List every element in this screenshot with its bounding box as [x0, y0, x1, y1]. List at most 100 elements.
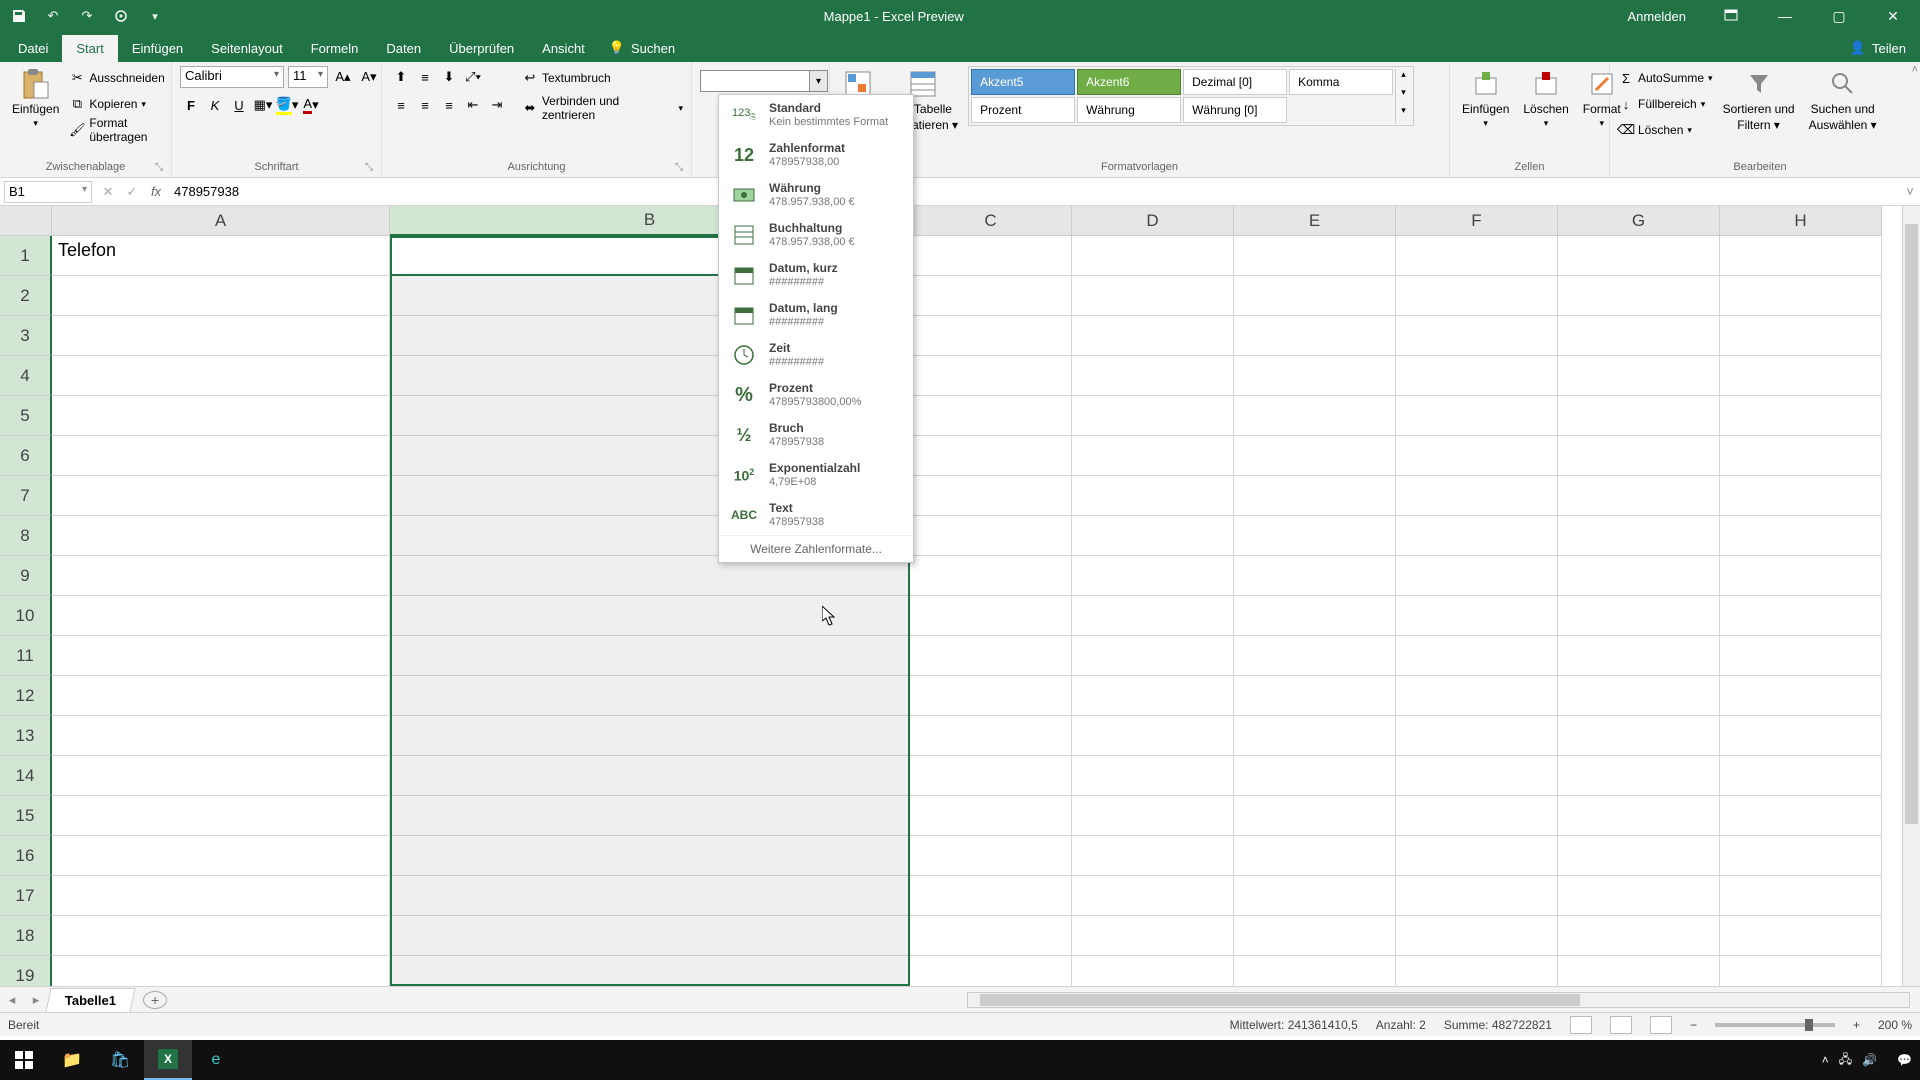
ribbon-options-icon[interactable]	[1708, 0, 1754, 32]
cell[interactable]	[1558, 716, 1720, 756]
cell[interactable]	[1558, 276, 1720, 316]
store-icon[interactable]: 🛍	[96, 1040, 144, 1080]
cell[interactable]	[52, 676, 390, 716]
cell[interactable]	[1234, 316, 1396, 356]
cell[interactable]	[1072, 876, 1234, 916]
cell[interactable]	[1072, 356, 1234, 396]
cell[interactable]	[52, 556, 390, 596]
cell[interactable]	[1072, 236, 1234, 276]
cell[interactable]	[1720, 796, 1882, 836]
cell[interactable]	[390, 756, 910, 796]
select-all-corner[interactable]	[0, 206, 52, 236]
tab-file[interactable]: Datei	[4, 35, 62, 62]
cell[interactable]	[910, 556, 1072, 596]
cell[interactable]	[1558, 356, 1720, 396]
cell[interactable]	[1720, 676, 1882, 716]
close-button[interactable]: ✕	[1870, 0, 1916, 32]
tab-data[interactable]: Daten	[372, 35, 435, 62]
cell[interactable]: Telefon	[52, 236, 390, 276]
align-middle-button[interactable]: ≡	[414, 66, 436, 88]
number-format-item[interactable]: 12Zahlenformat478957938,00	[719, 135, 913, 175]
cell[interactable]	[1558, 636, 1720, 676]
cell[interactable]	[1234, 516, 1396, 556]
cell-style-item[interactable]: Komma	[1289, 69, 1393, 95]
cell[interactable]	[390, 716, 910, 756]
tab-review[interactable]: Überprüfen	[435, 35, 528, 62]
cell-style-item[interactable]: Währung	[1077, 97, 1181, 123]
cell[interactable]	[1720, 316, 1882, 356]
cell[interactable]	[910, 796, 1072, 836]
cell[interactable]	[910, 316, 1072, 356]
cell[interactable]	[1072, 476, 1234, 516]
cell[interactable]	[1234, 676, 1396, 716]
cell[interactable]	[1720, 916, 1882, 956]
cell[interactable]	[1558, 756, 1720, 796]
cell[interactable]	[1720, 236, 1882, 276]
cell[interactable]	[1072, 716, 1234, 756]
wrap-text-button[interactable]: ↩Textumbruch	[522, 66, 683, 90]
cell[interactable]	[390, 876, 910, 916]
cell[interactable]	[1720, 596, 1882, 636]
row-header[interactable]: 16	[0, 836, 52, 876]
cell[interactable]	[1396, 756, 1558, 796]
column-header[interactable]: F	[1396, 206, 1558, 236]
maximize-button[interactable]: ▢	[1816, 0, 1862, 32]
clear-button[interactable]: ⌫Löschen▾	[1618, 118, 1713, 142]
normal-view-button[interactable]	[1570, 1016, 1592, 1034]
cell[interactable]	[1234, 476, 1396, 516]
row-header[interactable]: 14	[0, 756, 52, 796]
cell[interactable]	[1558, 396, 1720, 436]
number-format-item[interactable]: 102Exponentialzahl4,79E+08	[719, 455, 913, 495]
cell[interactable]	[1558, 956, 1720, 986]
collapse-ribbon-icon[interactable]: ˄	[1912, 64, 1918, 76]
gallery-more-icon[interactable]: ▾	[1396, 105, 1411, 123]
cell[interactable]	[910, 756, 1072, 796]
find-select-button[interactable]: Suchen undAuswählen ▾	[1805, 66, 1881, 134]
underline-button[interactable]: U	[228, 94, 250, 116]
cell[interactable]	[1558, 916, 1720, 956]
cell[interactable]	[1720, 516, 1882, 556]
tab-layout[interactable]: Seitenlayout	[197, 35, 297, 62]
column-header[interactable]: A	[52, 206, 390, 236]
cell[interactable]	[1072, 316, 1234, 356]
cell-style-item[interactable]: Prozent	[971, 97, 1075, 123]
number-format-item[interactable]: Datum, kurz#########	[719, 255, 913, 295]
zoom-level[interactable]: 200 %	[1878, 1018, 1912, 1032]
edge-icon[interactable]: e	[192, 1040, 240, 1080]
cell[interactable]	[52, 796, 390, 836]
share-button[interactable]: 👤Teilen	[1836, 34, 1920, 62]
cell[interactable]	[1072, 556, 1234, 596]
row-header[interactable]: 8	[0, 516, 52, 556]
cell[interactable]	[1396, 556, 1558, 596]
cell[interactable]	[390, 836, 910, 876]
decrease-indent-button[interactable]: ⇤	[462, 94, 484, 116]
fx-icon[interactable]: fx	[144, 184, 168, 199]
cell[interactable]	[910, 356, 1072, 396]
cell[interactable]	[1396, 916, 1558, 956]
number-format-item[interactable]: ABCText478957938	[719, 495, 913, 535]
cell[interactable]	[1234, 276, 1396, 316]
cell[interactable]	[1396, 436, 1558, 476]
cell[interactable]	[52, 476, 390, 516]
qat-customize-icon[interactable]: ▾	[144, 5, 166, 27]
gallery-down-icon[interactable]: ▾	[1396, 87, 1411, 105]
row-header[interactable]: 6	[0, 436, 52, 476]
cell[interactable]	[1558, 316, 1720, 356]
cell[interactable]	[1234, 556, 1396, 596]
cell[interactable]	[1072, 796, 1234, 836]
cell[interactable]	[910, 676, 1072, 716]
cell[interactable]	[1396, 956, 1558, 986]
cell[interactable]	[910, 836, 1072, 876]
cell[interactable]	[52, 356, 390, 396]
tray-chevron-icon[interactable]: ˄	[1822, 1053, 1829, 1067]
cell-style-item[interactable]: Dezimal [0]	[1183, 69, 1287, 95]
cell[interactable]	[1396, 356, 1558, 396]
paste-button[interactable]: Einfügen▾	[8, 66, 63, 131]
more-number-formats[interactable]: Weitere Zahlenformate...	[719, 535, 913, 562]
cell[interactable]	[390, 796, 910, 836]
dialog-launcher-icon[interactable]: ⤡	[155, 162, 163, 173]
row-header[interactable]: 12	[0, 676, 52, 716]
cell[interactable]	[910, 636, 1072, 676]
cell[interactable]	[1234, 356, 1396, 396]
row-header[interactable]: 5	[0, 396, 52, 436]
